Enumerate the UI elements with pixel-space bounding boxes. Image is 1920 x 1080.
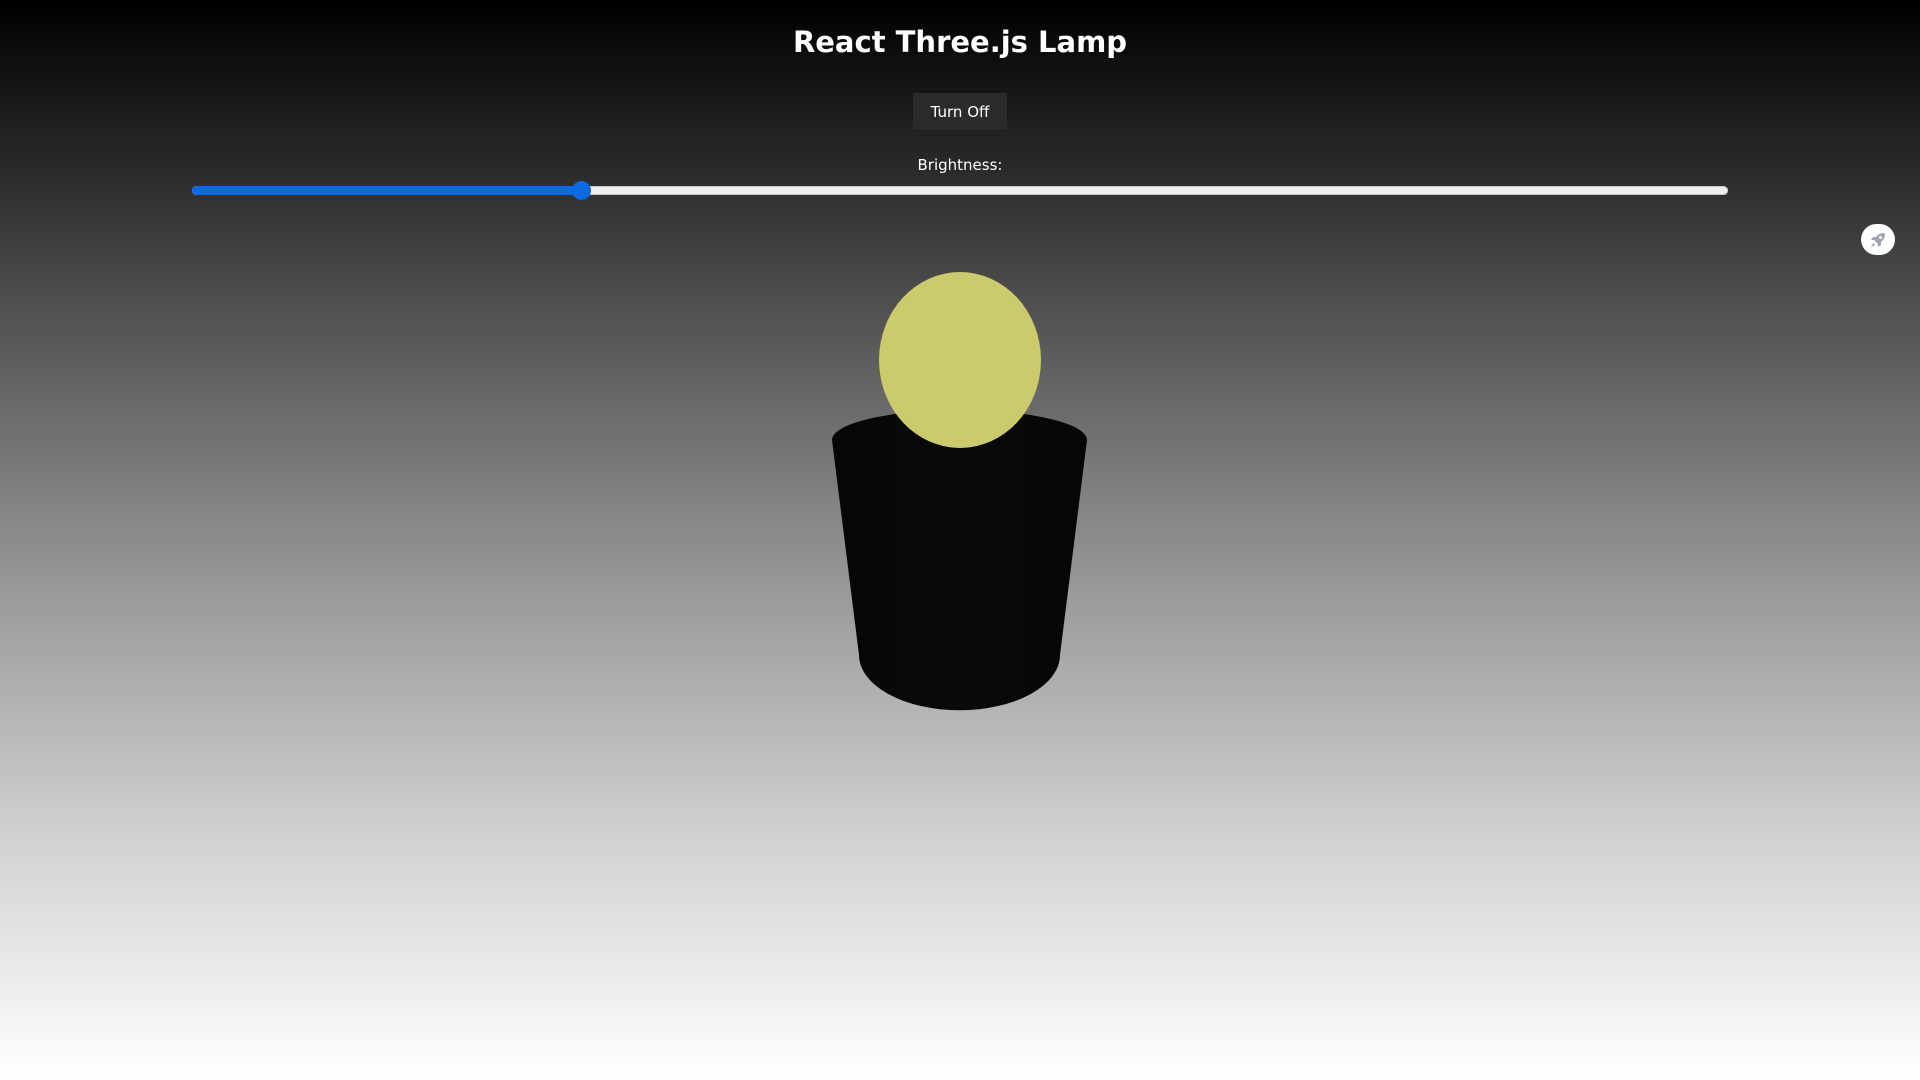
lamp-scene[interactable] — [820, 250, 1100, 720]
brightness-label: Brightness: — [917, 156, 1003, 174]
lamp-toggle-button[interactable]: Turn Off — [913, 93, 1007, 130]
page-title: React Three.js Lamp — [792, 25, 1128, 59]
brightness-slider-fill — [192, 186, 581, 195]
side-widget-button[interactable] — [1861, 224, 1895, 255]
lamp-shade — [832, 409, 1087, 711]
brightness-slider[interactable] — [192, 181, 1728, 200]
rocket-icon — [1871, 232, 1885, 247]
lamp-bulb — [879, 272, 1041, 448]
brightness-slider-thumb[interactable] — [571, 181, 591, 200]
